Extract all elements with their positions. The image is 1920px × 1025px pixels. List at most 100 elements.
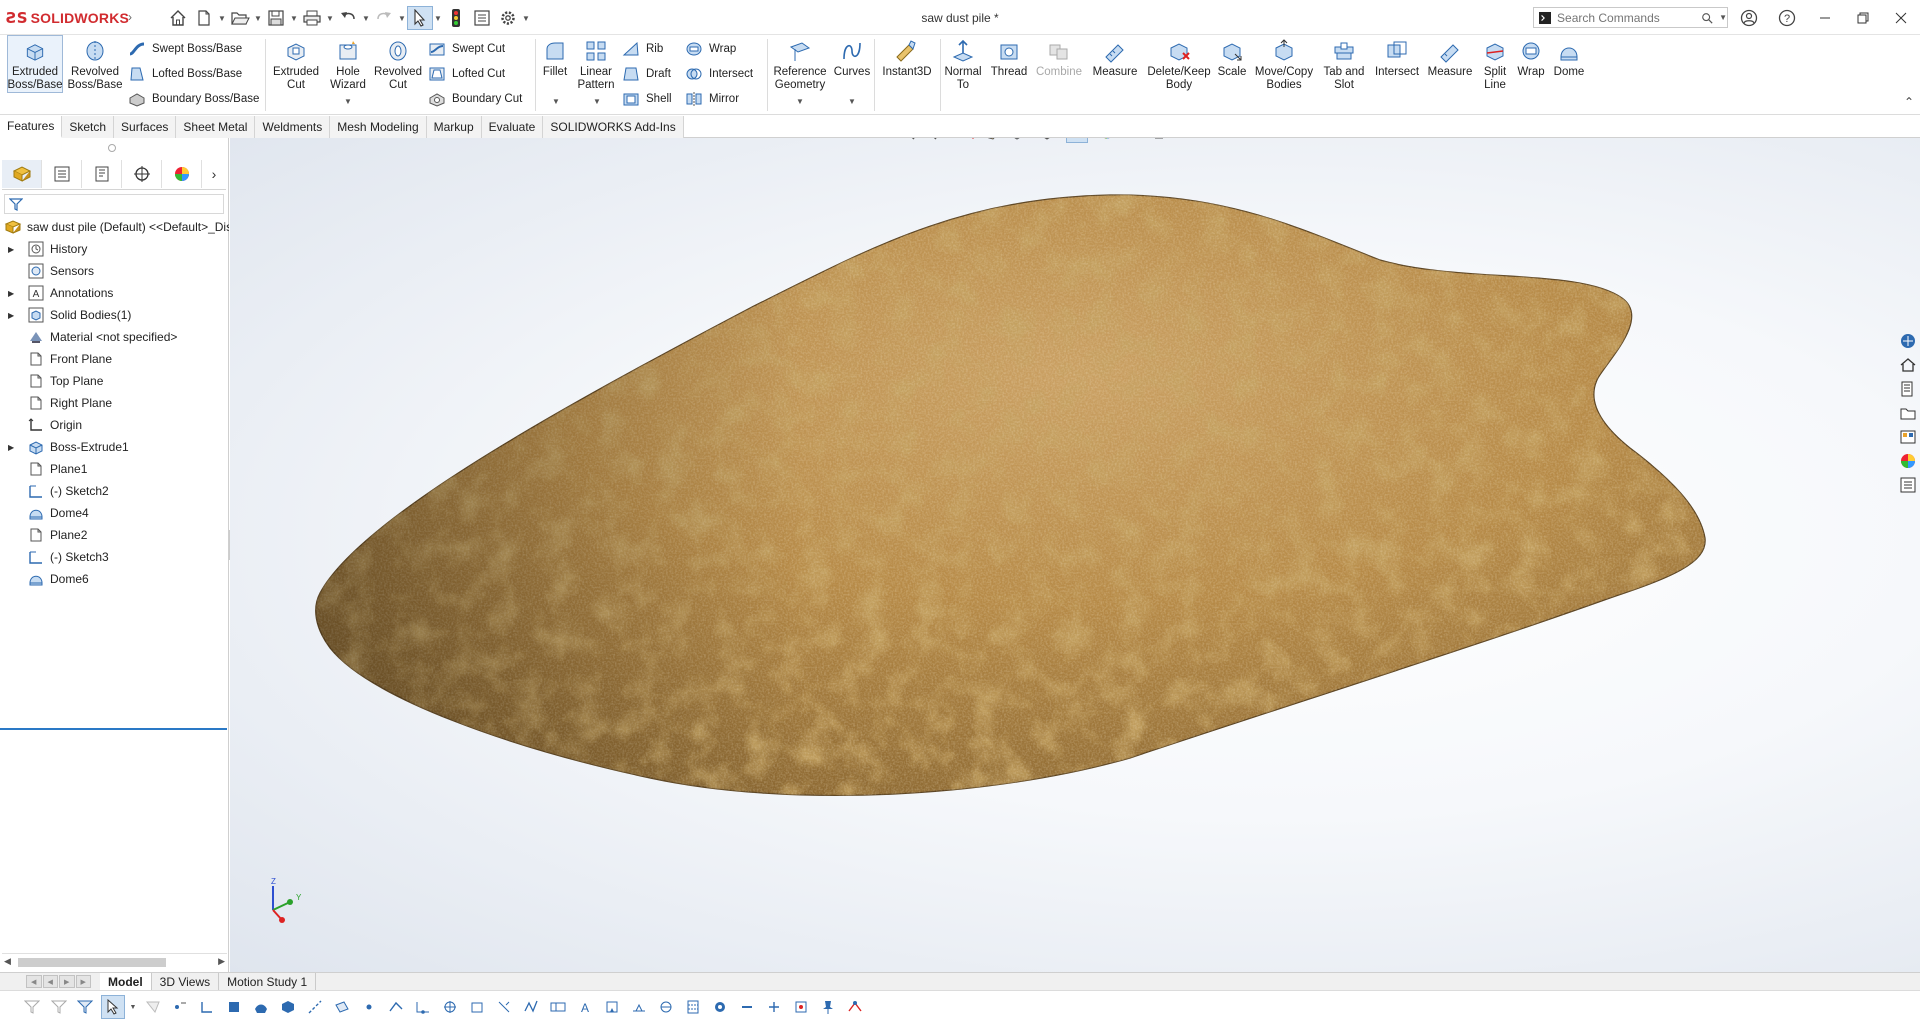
viewport-close-icon[interactable]: ✕ [1884,138,1910,140]
tree-item-sensors[interactable]: Sensors [0,260,229,282]
tree-item-solid-bodies[interactable]: ▶ Solid Bodies(1) [0,304,229,326]
dynamic-annotation-icon[interactable] [984,138,1006,143]
user-account-icon[interactable] [1730,0,1768,35]
undo-icon[interactable] [335,6,361,30]
intersect-tool-button[interactable]: Intersect [1372,35,1422,93]
close-icon[interactable] [1882,0,1920,35]
combine-button[interactable]: Combine [1034,35,1084,93]
filter-select-all-icon[interactable] [74,995,98,1019]
filter-sketch-segments-icon[interactable] [384,995,408,1019]
filter-dimensions-icon[interactable] [492,995,516,1019]
shell-button[interactable]: Shell [622,88,672,110]
expand-arrow-icon[interactable]: ▶ [8,289,20,298]
chevron-down-icon[interactable]: ▼ [593,97,601,106]
filter-pin-icon[interactable] [816,995,840,1019]
normal-to-button[interactable]: Normal To [943,35,983,93]
tab-3d-views[interactable]: 3D Views [152,973,220,991]
filter-connection-points-icon[interactable] [762,995,786,1019]
more-tabs-icon[interactable]: › [202,160,226,188]
view-orientation-icon[interactable] [1006,138,1028,143]
tree-item-right-plane[interactable]: Right Plane [0,392,229,414]
filter-faces-icon[interactable] [222,995,246,1019]
new-document-icon[interactable] [191,6,217,30]
swept-boss-button[interactable]: Swept Boss/Base [128,38,242,60]
tab-and-slot-button[interactable]: Tab and Slot [1318,35,1370,93]
linear-pattern-button[interactable]: Linear Pattern [574,35,618,93]
tab-sheet-metal[interactable]: Sheet Metal [176,116,256,138]
curves-button[interactable]: Curves [832,35,872,93]
boundary-boss-button[interactable]: Boundary Boss/Base [128,88,259,110]
tab-motion-study-1[interactable]: Motion Study 1 [219,973,317,991]
tree-item-sketch3[interactable]: (-) Sketch3 [0,546,229,568]
tree-item-sketch2[interactable]: (-) Sketch2 [0,480,229,502]
thread-button[interactable]: Thread [986,35,1032,93]
saw-dust-pile-model[interactable] [230,138,1920,973]
measure-button[interactable]: Measure [1087,35,1143,93]
chevron-down-icon[interactable]: ▼ [433,6,443,30]
tab-weldments[interactable]: Weldments [255,116,331,138]
save-icon[interactable] [263,6,289,30]
expand-arrow-icon[interactable]: ▶ [8,311,20,320]
extruded-boss-button[interactable]: Extruded Boss/Base [7,35,63,93]
split-line-button[interactable]: Split Line [1478,35,1512,93]
file-properties-icon[interactable] [469,6,495,30]
tree-item-material[interactable]: Material <not specified> [0,326,229,348]
menu-expand-icon[interactable]: › [128,10,132,24]
home-icon[interactable] [165,6,191,30]
tab-sketch[interactable]: Sketch [62,116,115,138]
intersect-button[interactable]: Intersect [685,63,753,85]
tree-item-dome6[interactable]: Dome6 [0,568,229,590]
delete-keep-body-button[interactable]: Delete/Keep Body [1146,35,1212,93]
apply-scene-icon[interactable] [1118,138,1140,143]
configuration-manager-tab[interactable] [82,160,122,188]
boundary-cut-button[interactable]: Boundary Cut [428,88,522,110]
filter-surfaces-icon[interactable] [249,995,273,1019]
hole-wizard-button[interactable]: Hole Wizard [324,35,372,93]
hide-show-items-icon[interactable] [1066,138,1088,143]
filter-centerline-icon[interactable] [465,995,489,1019]
filter-clear-icon[interactable] [47,995,71,1019]
appearances-icon[interactable] [1897,450,1919,472]
filter-surface-finish-icon[interactable] [519,995,543,1019]
filter-axes-icon[interactable] [303,995,327,1019]
filter-datum-icon[interactable] [600,995,624,1019]
chevron-down-icon[interactable]: ▼ [796,97,804,106]
filter-edges-icon[interactable] [195,995,219,1019]
filter-dropdown-icon[interactable]: ▼ [128,995,138,1019]
zoom-to-area-icon[interactable] [918,138,940,143]
filter-weld-icon[interactable] [627,995,651,1019]
scroll-left-icon[interactable]: ◀ [4,956,11,967]
chevron-down-icon[interactable]: ▼ [1719,13,1727,22]
rib-button[interactable]: Rib [622,38,663,60]
tree-item-top-plane[interactable]: Top Plane [0,370,229,392]
traffic-light-icon[interactable] [443,6,469,30]
tree-item-annotations[interactable]: ▶ A Annotations [0,282,229,304]
tree-item-plane2[interactable]: Plane2 [0,524,229,546]
viewport-right-icon[interactable]: ◨ [1806,138,1832,140]
collapse-ribbon-icon[interactable]: ⌃ [1904,95,1914,109]
view-settings-icon[interactable] [1148,138,1170,143]
filter-lock-icon[interactable] [141,995,165,1019]
search-icon[interactable] [1701,11,1713,25]
lofted-cut-button[interactable]: Lofted Cut [428,63,505,85]
expand-arrow-icon[interactable]: ▶ [8,245,20,254]
tab-features[interactable]: Features [0,116,63,138]
filter-mates-icon[interactable] [843,995,867,1019]
tree-item-history[interactable]: ▶ History [0,238,229,260]
filter-dowel-pin-icon[interactable] [735,995,759,1019]
tree-item-plane1[interactable]: Plane1 [0,458,229,480]
first-tab-icon[interactable]: ◀ [26,975,42,988]
viewport-left-icon[interactable]: ◧ [1780,138,1806,140]
tab-evaluate[interactable]: Evaluate [481,116,544,138]
tab-mesh-modeling[interactable]: Mesh Modeling [330,116,427,138]
panel-grip[interactable] [108,144,116,152]
design-library-icon[interactable] [1897,354,1919,376]
chevron-down-icon[interactable]: ▼ [552,97,560,106]
filter-planes-icon[interactable] [330,995,354,1019]
gear-icon[interactable] [495,6,521,30]
swept-cut-button[interactable]: Swept Cut [428,38,505,60]
chevron-down-icon[interactable]: ▼ [521,6,531,30]
search-input[interactable] [1557,10,1698,25]
revolved-cut-button[interactable]: Revolved Cut [373,35,423,93]
previous-view-icon[interactable] [940,138,962,143]
